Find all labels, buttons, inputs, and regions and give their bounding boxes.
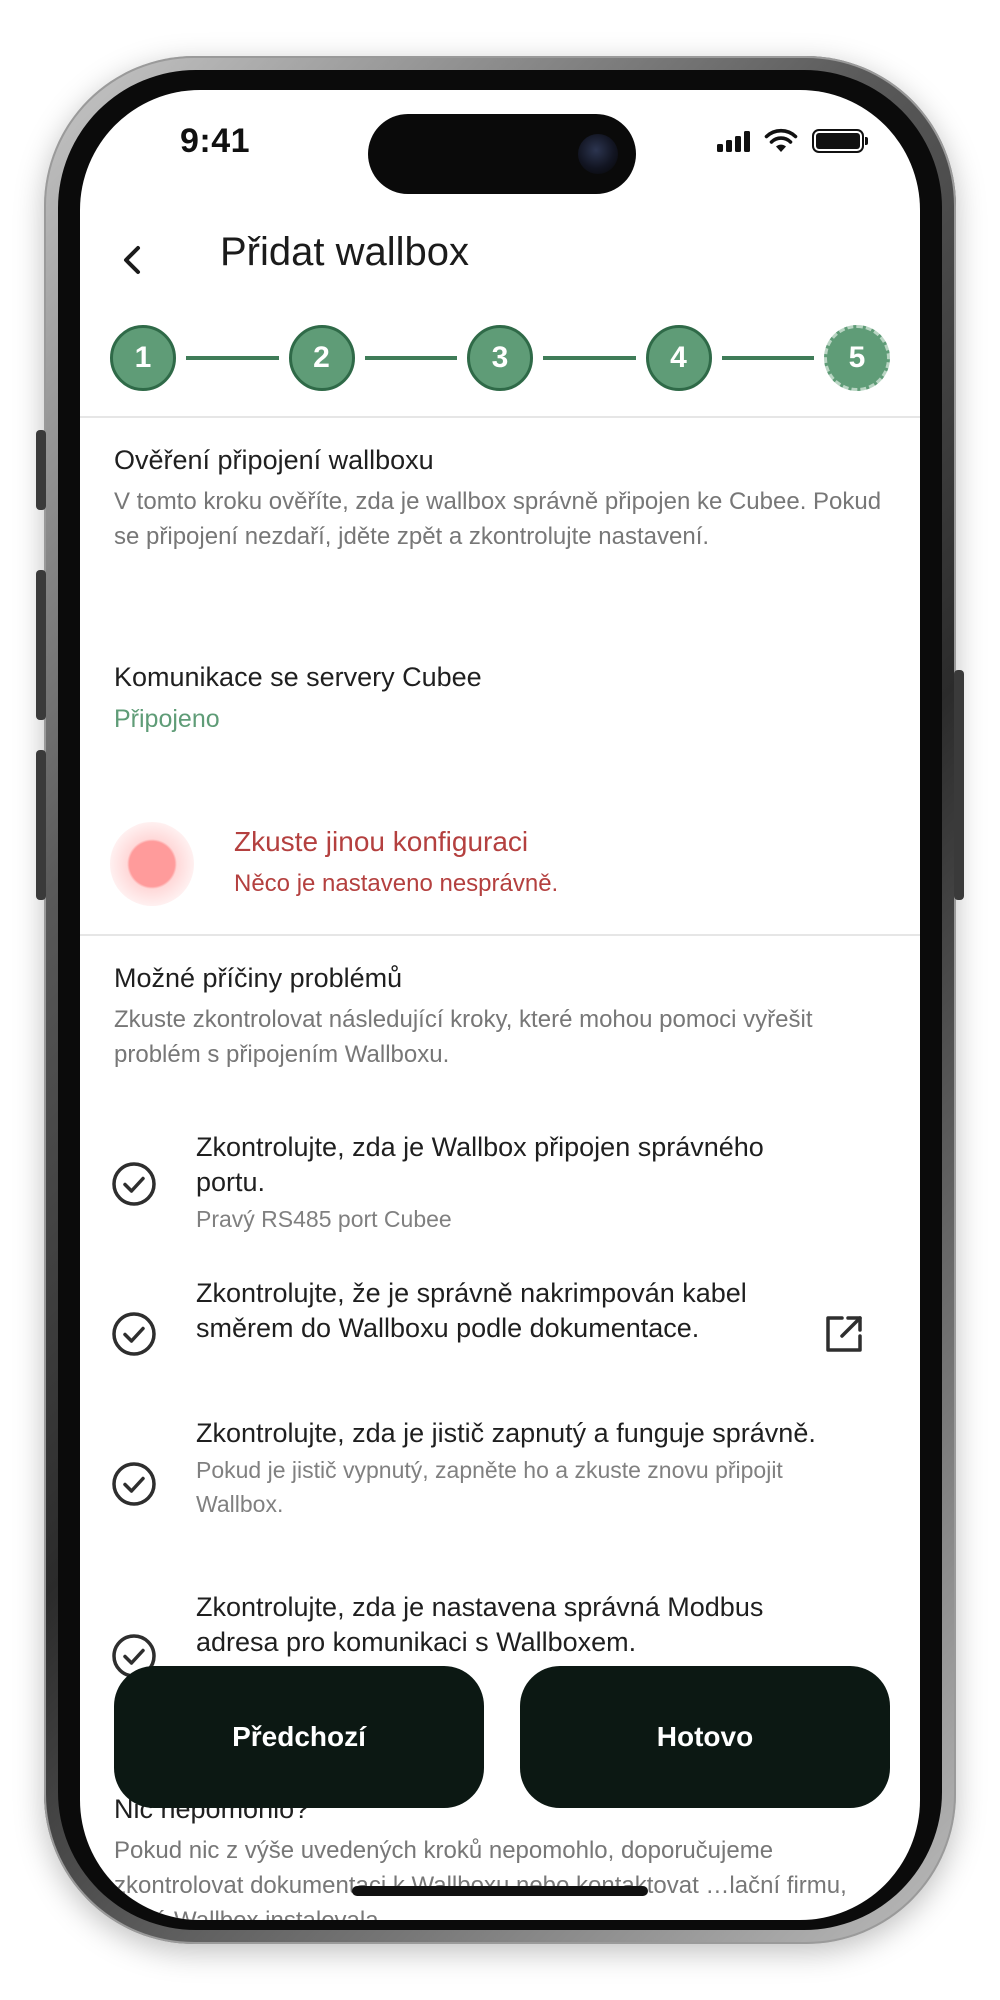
dynamic-island [368, 114, 636, 194]
check-circle-icon [112, 1162, 156, 1206]
phone-volume-up-button [36, 570, 46, 720]
done-button[interactable]: Hotovo [520, 1666, 890, 1808]
error-indicator-icon [110, 822, 194, 906]
check-item-label: Zkontrolujte, že je správně nakrimpován … [196, 1278, 747, 1343]
check-item-label: Zkontrolujte, zda je jistič zapnutý a fu… [196, 1418, 816, 1448]
causes-title: Možné příčiny problémů [114, 963, 403, 993]
step-3: 3 [467, 325, 533, 391]
external-link-icon[interactable] [820, 1310, 868, 1358]
back-arrow-icon[interactable] [110, 234, 154, 286]
check-item-hint: Pravý RS485 port Cubee [196, 1206, 452, 1232]
page-title: Přidat wallbox [220, 230, 470, 274]
check-item-text: Zkontrolujte, zda je Wallbox připojen sp… [196, 1130, 836, 1236]
verification-section: Ověření připojení wallboxu V tomto kroku… [114, 445, 894, 554]
check-item-label: Zkontrolujte, zda je nastavena správná M… [196, 1592, 764, 1657]
step-2: 2 [288, 325, 355, 391]
app-header: Přidat wallbox [80, 220, 920, 300]
step-1: 1 [110, 325, 176, 391]
divider [80, 416, 920, 418]
check-circle-icon [112, 1312, 156, 1356]
error-title: Zkuste jinou konfiguraci [234, 826, 529, 857]
check-item-text: Zkontrolujte, že je správně nakrimpován … [196, 1276, 776, 1346]
status-icons [717, 128, 868, 154]
causes-section: Možné příčiny problémů Zkuste zkontrolov… [114, 963, 894, 1072]
step-connector [543, 356, 636, 360]
previous-button[interactable]: Předchozí [114, 1666, 484, 1808]
error-banner: Zkuste jinou konfiguraci Něco je nastave… [110, 814, 890, 924]
front-camera-icon [578, 134, 618, 174]
step-connector [364, 356, 457, 360]
error-subtitle: Něco je nastaveno nesprávně. [234, 870, 559, 897]
home-indicator [352, 1886, 648, 1896]
nothing-helped-description: Pokud nic z výše uvedených kroků nepomoh… [114, 1837, 847, 1920]
check-item-label: Zkontrolujte, zda je Wallbox připojen sp… [196, 1132, 764, 1197]
divider [80, 934, 920, 936]
cellular-signal-icon [717, 130, 750, 152]
verification-description: V tomto kroku ověříte, zda je wallbox sp… [114, 488, 882, 550]
wifi-icon [764, 128, 798, 152]
phone-action-button [36, 430, 46, 510]
server-communication-title: Komunikace se servery Cubee [114, 662, 482, 692]
causes-description: Zkuste zkontrolovat následující kroky, k… [114, 1006, 813, 1068]
nothing-helped-section: Nic nepomohlo? Pokud nic z výše uvedenýc… [114, 1794, 894, 1920]
verification-title: Ověření připojení wallboxu [114, 445, 434, 475]
battery-icon [812, 129, 868, 153]
app-screen: 9:41 Přidat wallbox 1 2 3 4 5 Ověření př… [80, 90, 920, 1920]
phone-volume-down-button [36, 750, 46, 900]
step-4: 4 [645, 325, 712, 391]
step-connector [186, 356, 279, 360]
server-communication-section: Komunikace se servery Cubee Připojeno [114, 662, 894, 734]
status-time: 9:41 [180, 122, 251, 160]
check-circle-icon [112, 1462, 156, 1506]
check-item-hint: Pokud je jistič vypnutý, zapněte ho a zk… [196, 1457, 783, 1517]
step-connector [721, 356, 814, 360]
phone-power-button [954, 670, 964, 900]
phone-mockup: 9:41 Přidat wallbox 1 2 3 4 5 Ověření př… [0, 0, 1000, 2000]
step-5-current: 5 [824, 325, 890, 391]
progress-stepper: 1 2 3 4 5 [110, 318, 890, 398]
check-item-text: Zkontrolujte, zda je jistič zapnutý a fu… [196, 1416, 836, 1521]
connection-status: Připojeno [114, 705, 220, 733]
